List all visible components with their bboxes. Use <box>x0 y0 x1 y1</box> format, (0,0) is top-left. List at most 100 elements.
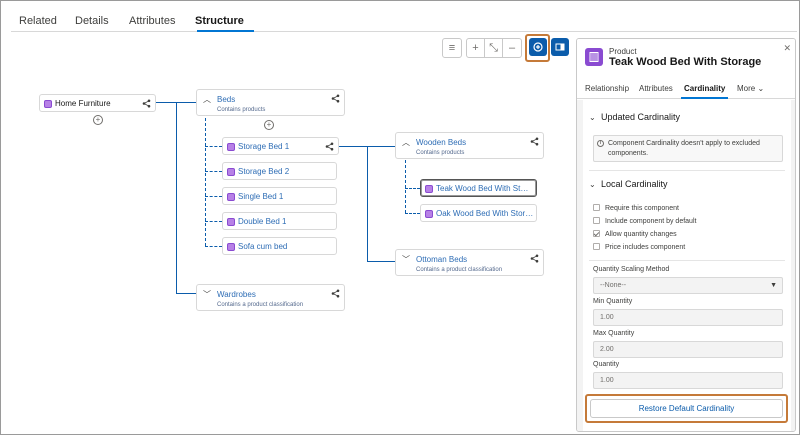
quantity-field[interactable]: 1.00 <box>593 372 783 389</box>
add-circle-icon <box>533 42 543 52</box>
min-quantity-field[interactable]: 1.00 <box>593 309 783 326</box>
section-title: Updated Cardinality <box>601 112 681 122</box>
panel-tab-more[interactable]: More ⌄ <box>737 84 764 93</box>
product-square-icon <box>227 193 235 201</box>
node-label: Single Bed 1 <box>238 192 284 201</box>
local-cardinality-header[interactable]: ⌄ Local Cardinality <box>589 179 668 189</box>
record-type-label: Product <box>609 47 637 56</box>
add-child-icon[interactable]: + <box>264 120 274 130</box>
tree-group-ottoman-beds[interactable]: ﹀ Ottoman Beds Contains a product classi… <box>395 249 544 276</box>
section-title: Local Cardinality <box>601 179 668 189</box>
tab-details[interactable]: Details <box>75 15 109 27</box>
node-label: Oak Wood Bed With Storage <box>436 209 534 218</box>
active-tab-indicator <box>197 30 254 32</box>
node-label: Storage Bed 2 <box>238 167 290 176</box>
app-frame: Related Details Attributes Structure ≡ +… <box>0 0 800 435</box>
connector <box>176 293 196 294</box>
updated-cardinality-header[interactable]: ⌄ Updated Cardinality <box>589 112 680 122</box>
hierarchy-icon[interactable] <box>325 142 334 151</box>
group-title: Ottoman Beds <box>416 255 468 264</box>
node-label: Double Bed 1 <box>238 217 287 226</box>
info-text: Component Cardinality doesn't apply to e… <box>608 140 760 157</box>
group-subtitle: Contains products <box>217 107 266 113</box>
checkbox-include-by-default[interactable]: Include component by default <box>593 217 696 225</box>
hierarchy-icon[interactable] <box>142 99 151 108</box>
checkbox[interactable] <box>593 243 600 250</box>
chevron-down-icon[interactable]: ﹀ <box>402 254 410 265</box>
fit-view-button[interactable]: ⤡ <box>485 39 503 57</box>
record-tabs: Related Details Attributes Structure <box>11 11 797 32</box>
group-title: Beds <box>217 95 236 104</box>
add-component-button[interactable] <box>529 38 547 56</box>
chevron-down-icon: ⌄ <box>757 84 765 93</box>
checkbox-price-includes-component[interactable]: Price includes component <box>593 243 685 251</box>
panel-tab-attributes[interactable]: Attributes <box>639 84 673 93</box>
max-quantity-label: Max Quantity <box>593 330 635 337</box>
active-panel-tab-indicator <box>681 97 728 99</box>
tree-node-home-furniture[interactable]: Home Furniture <box>39 94 156 112</box>
checkbox[interactable] <box>593 204 600 211</box>
scaling-method-label: Quantity Scaling Method <box>593 266 670 273</box>
panel-tab-cardinality[interactable]: Cardinality <box>684 84 725 93</box>
checkbox[interactable] <box>593 217 600 224</box>
zoom-out-button[interactable]: – <box>503 39 521 57</box>
tree-node-single-bed-1[interactable]: Single Bed 1 <box>222 187 337 205</box>
zoom-in-button[interactable]: + <box>467 39 485 57</box>
list-icon[interactable]: ≡ <box>443 39 461 57</box>
chevron-up-icon[interactable]: ︿ <box>402 137 410 148</box>
toggle-panel-button[interactable] <box>551 38 569 56</box>
product-square-icon <box>227 243 235 251</box>
connector <box>405 188 420 189</box>
chevron-down-icon[interactable]: ﹀ <box>203 289 211 300</box>
connector <box>205 171 222 172</box>
checkbox-allow-quantity-changes[interactable]: Allow quantity changes <box>593 230 677 238</box>
panel-tab-relationship[interactable]: Relationship <box>585 84 629 93</box>
tab-attributes[interactable]: Attributes <box>129 15 175 27</box>
hierarchy-icon[interactable] <box>331 289 340 298</box>
tree-node-oak-wood-bed[interactable]: Oak Wood Bed With Storage <box>420 204 537 222</box>
connector <box>405 213 420 214</box>
tab-related[interactable]: Related <box>19 15 57 27</box>
hierarchy-icon[interactable] <box>530 137 539 146</box>
node-label: Sofa cum bed <box>238 242 288 251</box>
tree-node-double-bed-1[interactable]: Double Bed 1 <box>222 212 337 230</box>
tree-node-sofa-cum-bed[interactable]: Sofa cum bed <box>222 237 337 255</box>
checkbox-require-component[interactable]: Require this component <box>593 204 679 212</box>
group-subtitle: Contains a product classification <box>217 302 304 308</box>
checkbox[interactable] <box>593 230 600 237</box>
tree-node-storage-bed-1[interactable]: Storage Bed 1 <box>222 137 339 155</box>
close-icon[interactable]: ✕ <box>783 43 791 54</box>
divider <box>589 260 785 261</box>
panel-tabs: Relationship Attributes Cardinality More… <box>577 79 795 99</box>
min-quantity-label: Min Quantity <box>593 298 633 305</box>
tree-group-wooden-beds[interactable]: ︿ Wooden Beds Contains products <box>395 132 544 159</box>
panel-scroll-area[interactable]: ⌄ Updated Cardinality i Component Cardina… <box>577 100 795 431</box>
chevron-down-icon: ⌄ <box>589 180 596 189</box>
hierarchy-icon[interactable] <box>331 94 340 103</box>
checkbox-label: Require this component <box>605 205 679 212</box>
tree-group-wardrobes[interactable]: ﹀ Wardrobes Contains a product classific… <box>196 284 345 311</box>
tree-group-beds[interactable]: ︿ Beds Contains products <box>196 89 345 116</box>
product-square-icon <box>425 185 433 193</box>
tree-node-storage-bed-2[interactable]: Storage Bed 2 <box>222 162 337 180</box>
tab-structure[interactable]: Structure <box>195 15 244 27</box>
product-square-icon <box>425 210 433 218</box>
detail-panel: Product Teak Wood Bed With Storage ✕ Rel… <box>576 38 796 432</box>
dropdown-icon: ▼ <box>770 282 777 289</box>
product-square-icon <box>227 143 235 151</box>
group-title: Wooden Beds <box>416 138 467 147</box>
node-label: Storage Bed 1 <box>238 142 290 151</box>
product-square-icon <box>44 100 52 108</box>
tree-node-teak-wood-bed[interactable]: Teak Wood Bed With Storage <box>420 179 537 197</box>
chevron-up-icon[interactable]: ︿ <box>203 94 211 105</box>
max-quantity-field[interactable]: 2.00 <box>593 341 783 358</box>
group-title: Wardrobes <box>217 290 256 299</box>
add-child-icon[interactable]: + <box>93 115 103 125</box>
divider <box>589 170 785 171</box>
group-subtitle: Contains a product classification <box>416 267 503 273</box>
more-label: More <box>737 84 756 93</box>
scaling-method-select[interactable]: --None-- ▼ <box>593 277 783 294</box>
restore-default-cardinality-button[interactable]: Restore Default Cardinality <box>590 399 783 418</box>
connector <box>205 221 222 222</box>
hierarchy-icon[interactable] <box>530 254 539 263</box>
